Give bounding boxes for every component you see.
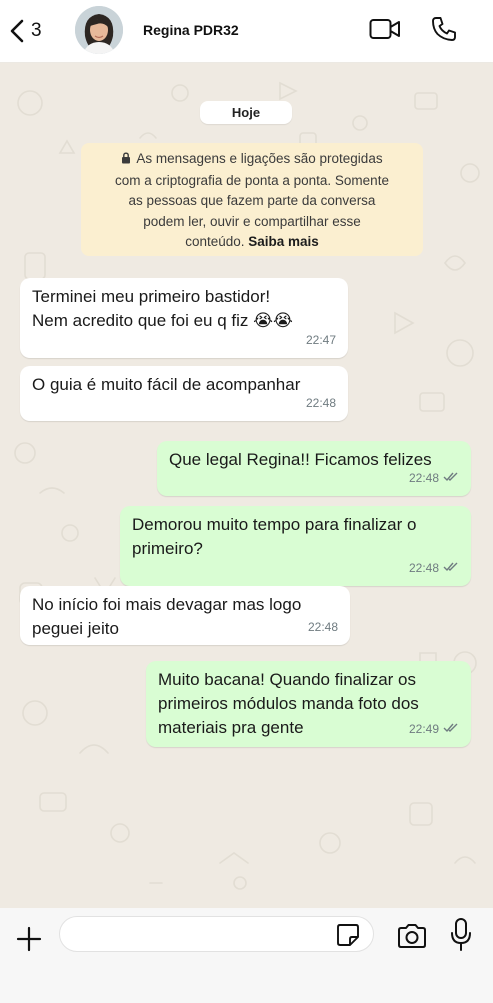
- message-time: 22:48: [408, 561, 439, 575]
- phone-icon: [432, 17, 456, 41]
- message-bubble-outgoing[interactable]: Muito bacana! Quando finalizar os primei…: [146, 661, 471, 747]
- message-input[interactable]: [59, 916, 374, 952]
- message-text: Terminei meu primeiro bastidor! Nem acre…: [32, 287, 293, 330]
- message-time: 22:48: [408, 471, 439, 485]
- composer-bar: [0, 908, 493, 1003]
- encryption-notice-line-2: com a criptografia de ponta a ponta. Som…: [115, 172, 389, 188]
- date-chip: Hoje: [200, 101, 292, 124]
- double-check-icon: [443, 466, 459, 490]
- back-button[interactable]: 3: [9, 14, 53, 48]
- message-bubble-incoming[interactable]: No início foi mais devagar mas logo pegu…: [20, 586, 350, 645]
- message-time: 22:47: [305, 333, 336, 347]
- message-time: 22:49: [408, 722, 439, 736]
- message-bubble-outgoing[interactable]: Que legal Regina!! Ficamos felizes 22:48: [157, 441, 471, 496]
- plus-icon: [16, 926, 42, 952]
- message-time: 22:48: [307, 620, 338, 634]
- encryption-notice-line-3: as pessoas que fazem parte da conversa: [128, 193, 376, 208]
- double-check-icon: [443, 556, 459, 580]
- message-bubble-incoming[interactable]: O guia é muito fácil de acompanhar 22:48: [20, 366, 348, 421]
- sticker-button[interactable]: [335, 922, 361, 948]
- encryption-notice-line-5: conteúdo. Saiba mais: [93, 232, 411, 253]
- sticker-icon: [337, 924, 359, 946]
- double-check-icon: [443, 717, 459, 741]
- video-camera-icon: [369, 19, 400, 39]
- microphone-icon: [451, 918, 471, 951]
- encryption-notice-line-4: podem ler, ouvir e compartilhar esse: [143, 213, 361, 229]
- learn-more-link[interactable]: Saiba mais: [248, 234, 319, 249]
- avatar-image: [75, 6, 123, 54]
- camera-icon: [398, 924, 426, 948]
- contact-name[interactable]: Regina PDR32: [143, 22, 239, 38]
- encryption-notice-text: As mensagens e ligações são protegidas: [136, 151, 383, 166]
- message-text: Demorou muito tempo para finalizar o pri…: [132, 515, 417, 558]
- encryption-notice-text-end: conteúdo.: [185, 234, 245, 249]
- video-call-button[interactable]: [369, 16, 401, 42]
- chevron-left-icon: [10, 19, 24, 43]
- attach-button[interactable]: [15, 925, 43, 953]
- message-meta: 22:47: [306, 328, 336, 352]
- encryption-notice-line-1: As mensagens e ligações são protegidas: [93, 149, 411, 171]
- message-bubble-outgoing[interactable]: Demorou muito tempo para finalizar o pri…: [120, 506, 471, 586]
- lock-icon: [121, 150, 131, 171]
- message-meta: 22:48: [409, 466, 459, 490]
- message-meta: 22:48: [308, 615, 338, 639]
- encryption-notice[interactable]: As mensagens e ligações são protegidas c…: [81, 143, 423, 256]
- message-meta: 22:48: [409, 556, 459, 580]
- chat-area[interactable]: Hoje As mensagens e ligações são protegi…: [0, 63, 493, 908]
- microphone-button[interactable]: [448, 917, 474, 953]
- message-time: 22:48: [305, 396, 336, 410]
- camera-button[interactable]: [396, 922, 428, 950]
- message-text: No início foi mais devagar mas logo pegu…: [32, 595, 302, 638]
- message-bubble-incoming[interactable]: Terminei meu primeiro bastidor! Nem acre…: [20, 278, 348, 358]
- message-meta: 22:49: [409, 717, 459, 741]
- voice-call-button[interactable]: [430, 15, 458, 43]
- message-text: O guia é muito fácil de acompanhar: [32, 375, 301, 394]
- chat-header: 3 Regina PDR32: [0, 0, 493, 63]
- message-meta: 22:48: [306, 391, 336, 415]
- avatar[interactable]: [75, 6, 123, 54]
- unread-count: 3: [31, 20, 42, 41]
